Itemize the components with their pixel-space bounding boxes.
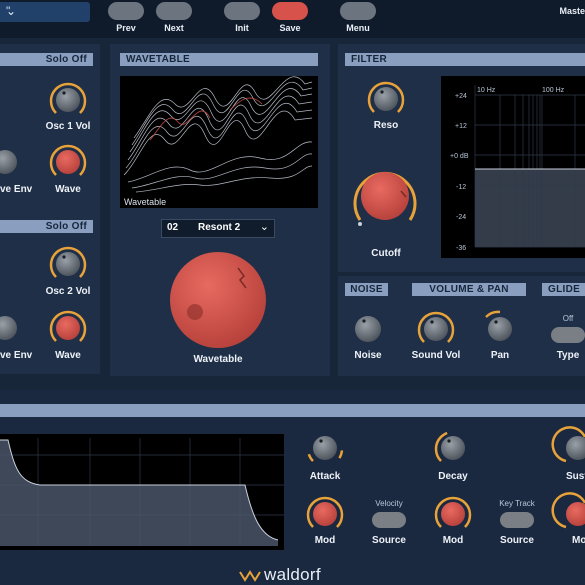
cutoff-knob [353, 171, 417, 226]
mod3-knob [551, 492, 585, 529]
decay-knob [434, 430, 472, 462]
wavetable-knob-label: Wavetable [193, 354, 243, 365]
sustain-label: Susta [566, 471, 585, 482]
filter-response-graph: 10 Hz 100 Hz +24 +12 +0 dB -12 -24 -36 [441, 76, 585, 258]
filter-y-tick: +0 dB [450, 153, 469, 160]
osc2-env-knob [0, 316, 17, 340]
attack-knob [306, 430, 344, 462]
waldorf-logo-icon [239, 570, 261, 582]
source1-label: Source [372, 535, 406, 546]
osc1-env-label: ve Env [0, 184, 33, 195]
cutoff-label: Cutoff [371, 248, 401, 259]
glide-type-label: Type [556, 350, 580, 361]
mod1-knob [306, 496, 344, 528]
osc1-vol-label: Osc 1 Vol [45, 121, 91, 132]
mod3-label: Mo [572, 535, 585, 546]
reso-knob [367, 81, 405, 113]
osc1-wave-label: Wave [55, 184, 81, 195]
waldorf-logo-text: waldorf [264, 565, 321, 584]
filter-x-tick: 10 Hz [477, 87, 496, 94]
filter-x-tick: 100 Hz [542, 87, 565, 94]
osc1-vol-knob [49, 82, 87, 114]
pan-knob [485, 310, 512, 341]
pan-label: Pan [490, 350, 510, 361]
noise-knob [355, 316, 381, 342]
source2-label: Source [500, 535, 534, 546]
osc2-env-label: ve Env [0, 350, 33, 361]
filter-y-tick: +12 [455, 123, 467, 130]
attack-label: Attack [309, 471, 341, 482]
osc2-vol-label: Osc 2 Vol [45, 286, 91, 297]
mod2-knob [434, 496, 472, 528]
envelope-curve-graph [0, 438, 284, 546]
osc2-wave-knob [49, 310, 87, 342]
sound-vol-label: Sound Vol [411, 350, 461, 361]
noise-label: Noise [354, 350, 382, 361]
osc2-wave-label: Wave [55, 350, 81, 361]
mod2-label: Mod [442, 535, 464, 546]
filter-y-tick: -12 [456, 184, 466, 191]
sound-vol-knob [417, 311, 455, 343]
wavetable-waveform-graphic [123, 76, 313, 193]
osc1-env-knob [0, 150, 17, 174]
filter-y-tick: -36 [456, 245, 466, 252]
reso-label: Reso [373, 120, 399, 131]
wavetable-knob [170, 252, 266, 348]
decay-label: Decay [438, 471, 468, 482]
osc2-vol-knob [49, 246, 87, 278]
filter-y-tick: -24 [456, 214, 466, 221]
mod1-label: Mod [314, 535, 336, 546]
osc1-wave-knob [49, 144, 87, 176]
sustain-knob [551, 426, 585, 463]
filter-y-tick: +24 [455, 93, 467, 100]
